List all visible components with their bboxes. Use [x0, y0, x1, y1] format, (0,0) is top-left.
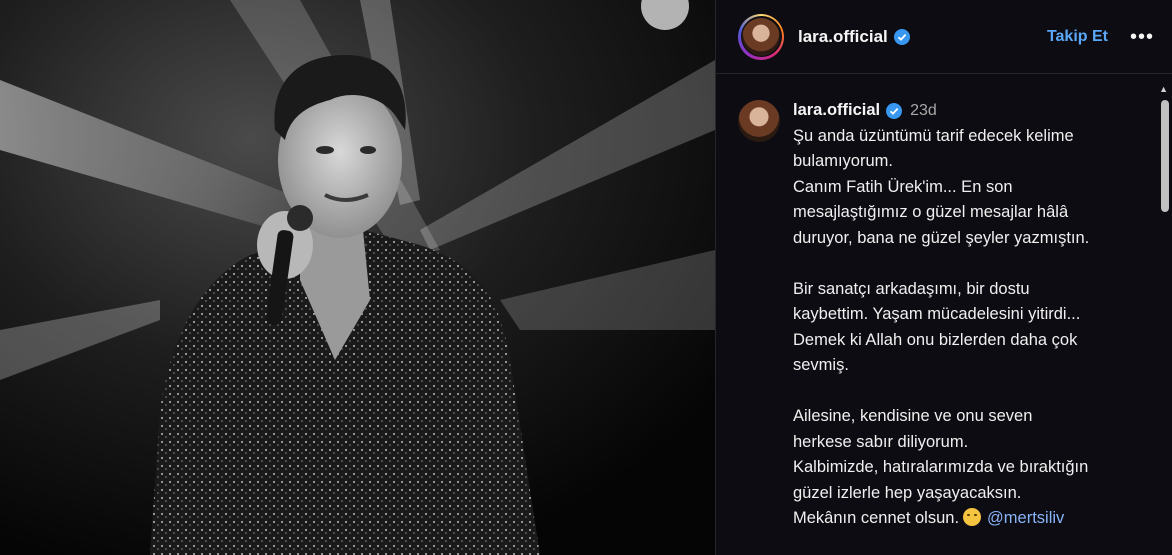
caption-line: duruyor, bana ne güzel şeyler yazmıştın.	[793, 228, 1090, 247]
profile-avatar[interactable]	[738, 13, 784, 60]
post-side-panel: lara.official Takip Et ••• lara.official…	[715, 0, 1172, 555]
more-options-icon[interactable]: •••	[1130, 27, 1154, 47]
caption-body: lara.official 23d Şu anda üzüntümü tarif…	[793, 98, 1142, 532]
caption-line: kaybettim. Yaşam mücadelesini yitirdi...	[793, 305, 1081, 323]
concert-photo-image	[0, 0, 715, 555]
caption-line: Canım Fatih Ürek'im... En son	[793, 177, 1013, 196]
caption-line: Demek ki Allah onu bizlerden daha çok	[793, 330, 1078, 349]
caption-line: herkese sabır diliyorum.	[793, 432, 969, 451]
caption-line: Bir sanatçı arkadaşımı, bir dostu	[793, 279, 1030, 298]
scrollbar-thumb[interactable]	[1161, 100, 1169, 212]
caption-line: Şu anda üzüntümü tarif edecek kelime	[793, 126, 1074, 145]
caption-line: bulamıyorum.	[793, 152, 893, 170]
caption-last-line: Mekânın cennet olsun. @mertsiliv	[793, 506, 1142, 532]
caption-line: sevmiş.	[793, 356, 849, 374]
header-username[interactable]: lara.official	[798, 27, 888, 47]
post-photo[interactable]	[0, 0, 715, 555]
follow-button[interactable]: Takip Et	[1047, 28, 1108, 46]
post-header: lara.official Takip Et •••	[716, 0, 1172, 74]
verified-badge-icon	[886, 102, 903, 119]
comment-avatar[interactable]	[738, 100, 780, 142]
mention-link[interactable]: @mertsiliv	[987, 509, 1064, 527]
sad-face-emoji-icon	[963, 508, 982, 526]
verified-badge-icon	[893, 28, 910, 45]
caption-line: güzel izlerle hep yaşayacaksın.	[793, 483, 1022, 502]
post-time[interactable]: 23d	[910, 98, 937, 124]
caption-line: mesajlaştığımız o güzel mesajlar hâlâ	[793, 203, 1069, 221]
post-viewer: lara.official Takip Et ••• lara.official…	[0, 0, 1172, 555]
caption-line: Kalbimizde, hatıralarımızda ve bıraktığı…	[793, 458, 1089, 476]
scroll-up-arrow-icon[interactable]: ▲	[1159, 84, 1168, 94]
caption-line: Ailesine, kendisine ve onu seven	[793, 407, 1033, 425]
caption-line: Mekânın cennet olsun.	[793, 509, 960, 527]
caption-comment: lara.official 23d Şu anda üzüntümü tarif…	[716, 74, 1172, 532]
caption-username[interactable]: lara.official	[793, 98, 880, 124]
avatar-image	[742, 17, 780, 56]
